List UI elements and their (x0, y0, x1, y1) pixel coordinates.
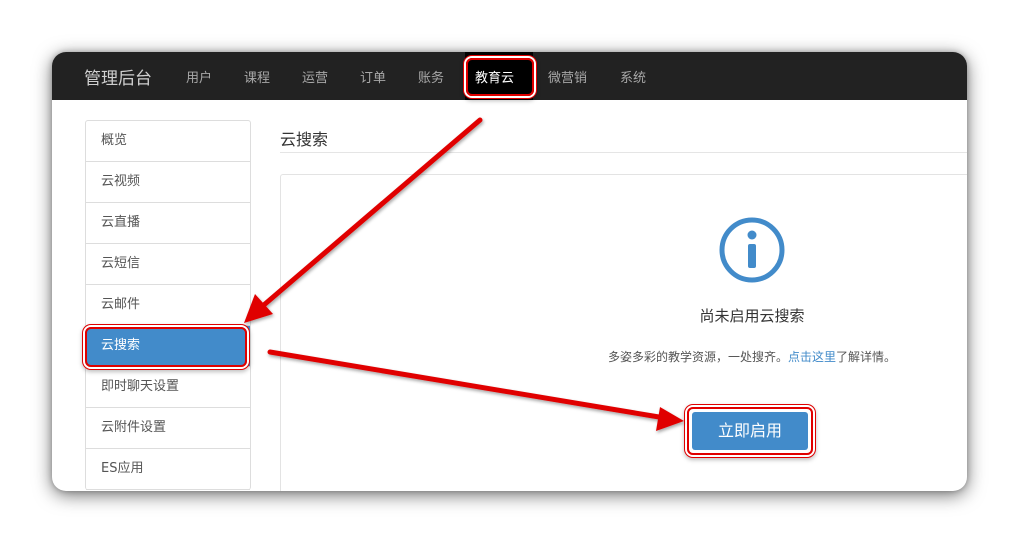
sidebar-item-im-settings[interactable]: 即时聊天设置 (86, 367, 250, 408)
nav-system[interactable]: 系统 (620, 67, 646, 86)
nav-operations[interactable]: 运营 (302, 67, 328, 86)
sidebar-item-cloud-sms[interactable]: 云短信 (86, 244, 250, 285)
nav-accounts[interactable]: 账务 (418, 67, 444, 86)
nav-orders[interactable]: 订单 (360, 67, 386, 86)
sidebar-menu: 概览 云视频 云直播 云短信 云邮件 云搜索 即时聊天设置 云附件设置 ES应用 (85, 120, 251, 490)
highlight-enable-button (687, 407, 813, 455)
page-title: 云搜索 (280, 130, 329, 149)
highlight-nav-education-cloud (466, 58, 534, 96)
empty-desc-prefix: 多姿多彩的教学资源，一处搜齐。 (607, 350, 788, 364)
empty-state-heading: 尚未启用云搜索 (699, 307, 805, 325)
sidebar-item-attachment-settings[interactable]: 云附件设置 (86, 408, 250, 449)
nav-users[interactable]: 用户 (186, 67, 212, 86)
sidebar-item-es-app[interactable]: ES应用 (86, 449, 250, 490)
nav-micro-marketing[interactable]: 微营销 (548, 67, 587, 86)
learn-more-link[interactable]: 点击这里 (788, 350, 836, 364)
screenshot-window: 管理后台 用户 课程 运营 订单 账务 教育云 微营销 系统 概览 云视频 云直… (52, 52, 967, 491)
sidebar-item-cloud-email[interactable]: 云邮件 (86, 285, 250, 326)
sidebar-item-cloud-live[interactable]: 云直播 (86, 203, 250, 244)
info-circle-icon (719, 217, 785, 283)
empty-state-panel (280, 174, 967, 491)
sidebar-item-cloud-video[interactable]: 云视频 (86, 162, 250, 203)
nav-courses[interactable]: 课程 (244, 67, 270, 86)
title-divider (280, 152, 967, 153)
highlight-sidebar-cloud-search (85, 327, 247, 367)
sidebar-item-overview[interactable]: 概览 (86, 121, 250, 162)
empty-desc-suffix: 了解详情。 (836, 350, 897, 364)
empty-state-description: 多姿多彩的教学资源，一处搜齐。点击这里了解详情。 (552, 348, 952, 365)
brand-title[interactable]: 管理后台 (84, 64, 152, 89)
